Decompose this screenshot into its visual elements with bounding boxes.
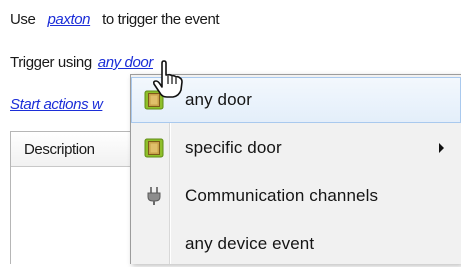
- door-icon: [144, 90, 164, 110]
- menu-item-label: specific door: [185, 138, 282, 157]
- menu-item-label: any door: [185, 90, 252, 109]
- menu-item-label: any device event: [185, 234, 315, 253]
- device-link[interactable]: paxton: [47, 11, 90, 28]
- door-icon: [144, 138, 164, 158]
- trigger-using-label: Trigger using: [10, 54, 92, 71]
- menu-item-label: Communication channels: [185, 186, 379, 205]
- description-header-label: Description: [24, 140, 95, 158]
- plug-icon: [147, 187, 161, 205]
- trigger-context-menu: any door specific door Communication cha…: [130, 74, 461, 264]
- submenu-arrow-icon: [439, 143, 444, 153]
- menu-item-any-device-event[interactable]: any device event: [131, 221, 461, 267]
- menu-item-specific-door[interactable]: specific door: [131, 125, 461, 171]
- trigger-using-row: Trigger using any door: [10, 54, 153, 71]
- event-text: to trigger the event: [102, 11, 220, 28]
- menu-item-communication-channels[interactable]: Communication channels: [131, 173, 461, 219]
- start-actions-row: Start actions w: [10, 96, 103, 113]
- trigger-device-row: Use paxton to trigger the event: [10, 11, 220, 28]
- start-actions-link[interactable]: Start actions w: [10, 96, 103, 113]
- use-label: Use: [10, 11, 36, 28]
- menu-item-any-door[interactable]: any door: [131, 77, 461, 123]
- trigger-source-link[interactable]: any door: [98, 54, 154, 71]
